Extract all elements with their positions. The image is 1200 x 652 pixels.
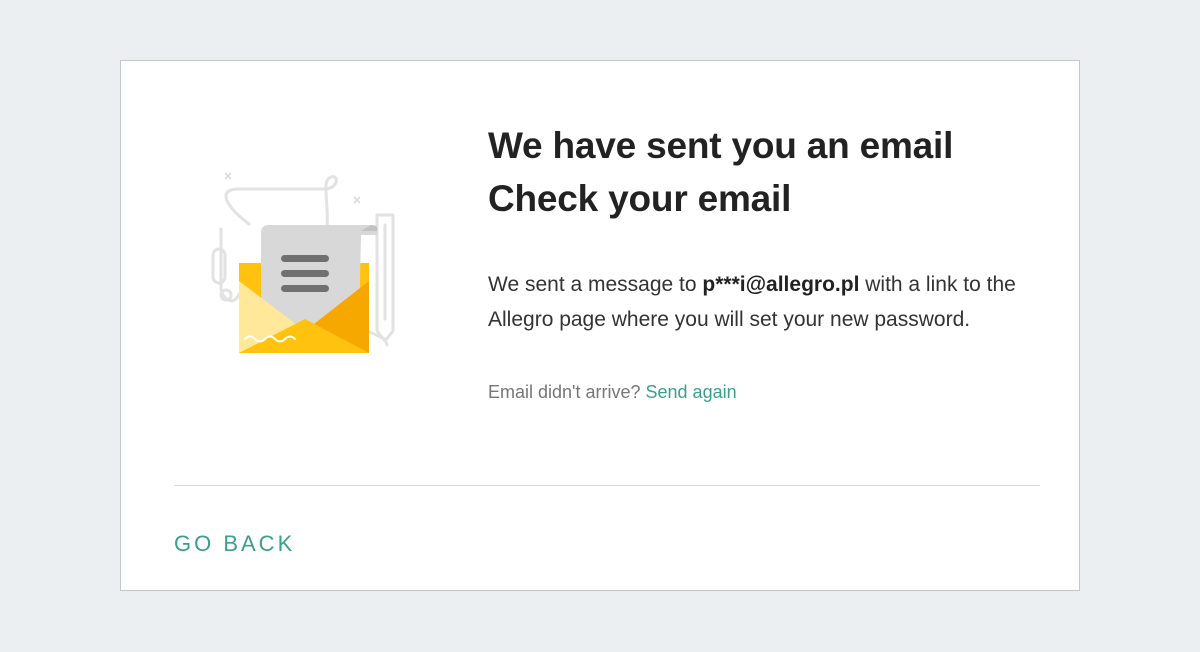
resend-question: Email didn't arrive? [488, 382, 641, 402]
divider [174, 485, 1040, 486]
resend-row: Email didn't arrive? Send again [488, 380, 1048, 404]
go-back-button[interactable]: GO BACK [174, 531, 295, 557]
page-title: We have sent you an email Check your ema… [488, 119, 1048, 225]
envelope-with-letter-icon [209, 169, 409, 369]
send-again-link[interactable]: Send again [646, 382, 737, 402]
message-prefix: We sent a message to [488, 273, 703, 296]
masked-email: p***i@allegro.pl [702, 273, 860, 296]
title-line-1: We have sent you an email [488, 125, 954, 166]
reset-password-card: We have sent you an email Check your ema… [120, 60, 1080, 591]
confirmation-message: We sent a message to p***i@allegro.pl wi… [488, 267, 1033, 337]
title-line-2: Check your email [488, 178, 792, 219]
confirmation-content: We have sent you an email Check your ema… [488, 119, 1048, 404]
